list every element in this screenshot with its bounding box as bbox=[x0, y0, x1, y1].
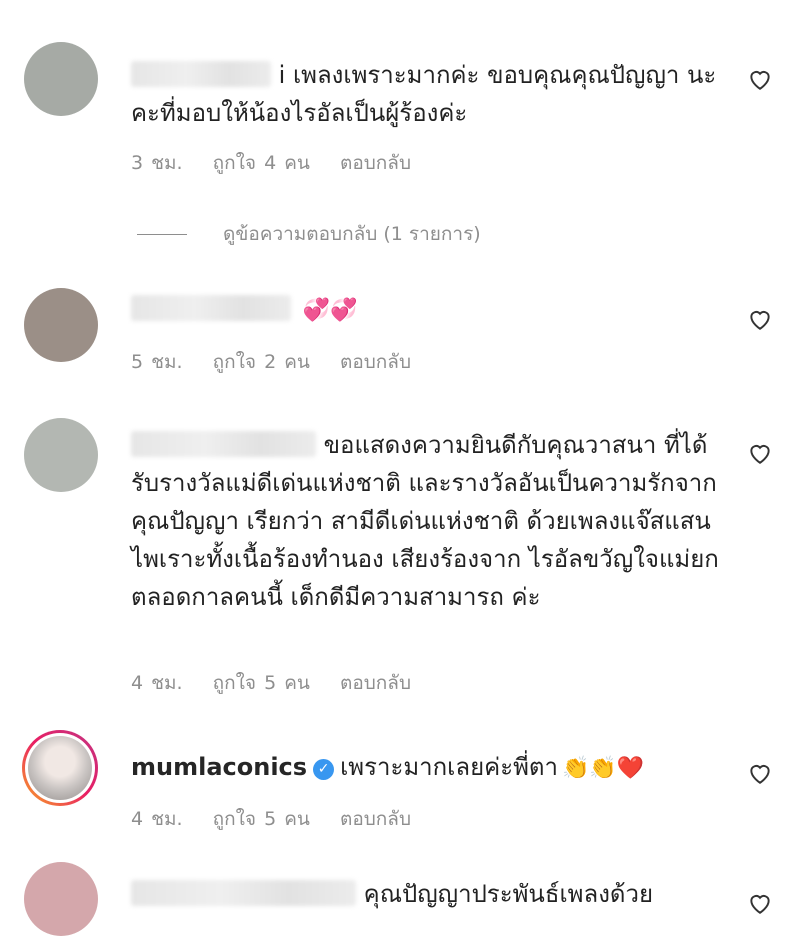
heart-outline-icon[interactable] bbox=[746, 440, 774, 466]
comment-meta: 5 ชม. ถูกใจ 2 คน ตอบกลับ bbox=[131, 347, 433, 377]
comment-meta: 4 ชม. ถูกใจ 5 คน ตอบกลับ bbox=[131, 804, 433, 834]
view-replies-label: ดูข้อความตอบกลับ (1 รายการ) bbox=[223, 223, 481, 245]
heart-outline-icon[interactable] bbox=[746, 890, 774, 916]
timestamp: 4 ชม. bbox=[131, 672, 183, 694]
comment-body: คุณปัญญาประพันธ์เพลงด้วย bbox=[363, 880, 654, 908]
comment-meta: 3 ชม. ถูกใจ 4 คน ตอบกลับ bbox=[131, 148, 433, 178]
like-count[interactable]: ถูกใจ 5 คน bbox=[213, 672, 310, 694]
blurred-username bbox=[131, 880, 356, 906]
comment-text: mumlaconics ✓ เพราะมากเลยค่ะพี่ตา 👏👏❤️ bbox=[131, 748, 731, 788]
avatar-image bbox=[28, 736, 92, 800]
divider-line bbox=[137, 234, 187, 235]
blurred-username bbox=[131, 61, 271, 87]
avatar[interactable] bbox=[24, 418, 98, 492]
comment-text: คุณปัญญาประพันธ์เพลงด้วย bbox=[131, 875, 731, 913]
emoji: 💞💞 bbox=[302, 298, 358, 323]
heart-outline-icon[interactable] bbox=[746, 306, 774, 332]
comment-text: 💞💞 bbox=[131, 290, 731, 330]
timestamp: 4 ชม. bbox=[131, 808, 183, 830]
like-count[interactable]: ถูกใจ 2 คน bbox=[213, 351, 310, 373]
like-count[interactable]: ถูกใจ 5 คน bbox=[213, 808, 310, 830]
reply-button[interactable]: ตอบกลับ bbox=[340, 152, 411, 174]
emoji: 👏👏❤️ bbox=[561, 756, 645, 781]
verified-badge-icon: ✓ bbox=[313, 759, 335, 780]
avatar[interactable] bbox=[24, 42, 98, 116]
avatar[interactable] bbox=[24, 288, 98, 362]
view-replies-button[interactable]: ดูข้อความตอบกลับ (1 รายการ) bbox=[131, 219, 481, 249]
blurred-username bbox=[131, 295, 291, 321]
comment-body: ขอแสดงความยินดีกับคุณวาสนา ที่ได้รับรางว… bbox=[131, 431, 719, 611]
heart-outline-icon[interactable] bbox=[746, 66, 774, 92]
avatar[interactable] bbox=[22, 730, 98, 806]
comment-text: i เพลงเพราะมากค่ะ ขอบคุณคุณปัญญา นะคะที่… bbox=[131, 56, 731, 132]
like-count[interactable]: ถูกใจ 4 คน bbox=[213, 152, 310, 174]
timestamp: 3 ชม. bbox=[131, 152, 183, 174]
comment-body: เพราะมากเลยค่ะพี่ตา bbox=[340, 753, 558, 781]
reply-button[interactable]: ตอบกลับ bbox=[340, 672, 411, 694]
comment-meta: 4 ชม. ถูกใจ 5 คน ตอบกลับ bbox=[131, 668, 433, 698]
heart-outline-icon[interactable] bbox=[746, 760, 774, 786]
avatar[interactable] bbox=[24, 862, 98, 936]
comment-text: ขอแสดงความยินดีกับคุณวาสนา ที่ได้รับรางว… bbox=[131, 426, 731, 616]
timestamp: 5 ชม. bbox=[131, 351, 183, 373]
blurred-username bbox=[131, 431, 316, 457]
reply-button[interactable]: ตอบกลับ bbox=[340, 351, 411, 373]
reply-button[interactable]: ตอบกลับ bbox=[340, 808, 411, 830]
username[interactable]: mumlaconics bbox=[131, 753, 307, 781]
